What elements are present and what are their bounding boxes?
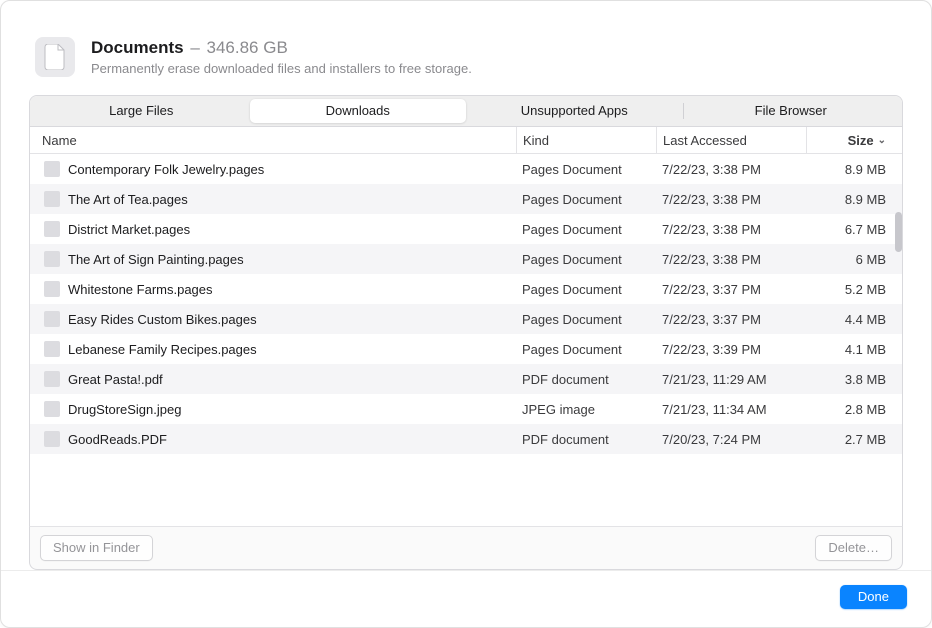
table-header: Name Kind Last Accessed Size ⌄ — [30, 127, 902, 154]
table-row[interactable]: Easy Rides Custom Bikes.pages Pages Docum… — [30, 304, 902, 334]
file-icon — [44, 221, 60, 237]
file-last-accessed: 7/22/23, 3:37 PM — [656, 274, 806, 304]
total-size: 346.86 GB — [207, 38, 288, 57]
file-kind: Pages Document — [516, 304, 656, 334]
file-name: GoodReads.PDF — [68, 432, 167, 447]
file-icon — [44, 311, 60, 327]
file-size: 4.4 MB — [806, 304, 896, 334]
file-last-accessed: 7/22/23, 3:38 PM — [656, 184, 806, 214]
tab-file-browser[interactable]: File Browser — [683, 99, 900, 123]
done-button[interactable]: Done — [840, 585, 907, 609]
column-header-size[interactable]: Size ⌄ — [806, 127, 896, 153]
file-kind: Pages Document — [516, 274, 656, 304]
page-subtitle: Permanently erase downloaded files and i… — [91, 61, 472, 76]
file-name: Great Pasta!.pdf — [68, 372, 163, 387]
file-last-accessed: 7/22/23, 3:38 PM — [656, 214, 806, 244]
file-kind: Pages Document — [516, 154, 656, 184]
table-row[interactable]: The Art of Sign Painting.pages Pages Docu… — [30, 244, 902, 274]
documents-icon — [35, 37, 75, 77]
file-icon — [44, 341, 60, 357]
file-size: 6 MB — [806, 244, 896, 274]
file-size: 2.8 MB — [806, 394, 896, 424]
column-header-size-label: Size — [848, 133, 874, 148]
file-last-accessed: 7/21/23, 11:34 AM — [656, 394, 806, 424]
file-name: Easy Rides Custom Bikes.pages — [68, 312, 257, 327]
action-bar: Show in Finder Delete… — [29, 526, 903, 570]
file-size: 5.2 MB — [806, 274, 896, 304]
tab-unsupported-apps[interactable]: Unsupported Apps — [466, 99, 683, 123]
table-row[interactable]: DrugStoreSign.jpeg JPEG image7/21/23, 11:… — [30, 394, 902, 424]
tab-bar: Large Files Downloads Unsupported Apps F… — [30, 96, 902, 127]
file-icon — [44, 191, 60, 207]
file-size: 2.7 MB — [806, 424, 896, 454]
content-frame: Large Files Downloads Unsupported Apps F… — [29, 95, 903, 526]
storage-documents-window: Documents – 346.86 GB Permanently erase … — [0, 0, 932, 628]
file-icon — [44, 431, 60, 447]
file-icon — [44, 161, 60, 177]
table-row[interactable]: The Art of Tea.pages Pages Document7/22/2… — [30, 184, 902, 214]
chevron-down-icon: ⌄ — [878, 135, 886, 146]
table-row[interactable]: Lebanese Family Recipes.pages Pages Docum… — [30, 334, 902, 364]
file-last-accessed: 7/22/23, 3:37 PM — [656, 304, 806, 334]
table-row[interactable]: Whitestone Farms.pages Pages Document7/22… — [30, 274, 902, 304]
file-kind: JPEG image — [516, 394, 656, 424]
header: Documents – 346.86 GB Permanently erase … — [1, 1, 931, 95]
file-kind: Pages Document — [516, 214, 656, 244]
file-last-accessed: 7/21/23, 11:29 AM — [656, 364, 806, 394]
file-last-accessed: 7/20/23, 7:24 PM — [656, 424, 806, 454]
file-size: 8.9 MB — [806, 154, 896, 184]
file-kind: Pages Document — [516, 184, 656, 214]
file-name: Lebanese Family Recipes.pages — [68, 342, 257, 357]
file-size: 6.7 MB — [806, 214, 896, 244]
column-header-name[interactable]: Name — [36, 133, 516, 148]
tab-downloads[interactable]: Downloads — [250, 99, 467, 123]
delete-button[interactable]: Delete… — [815, 535, 892, 561]
file-name: DrugStoreSign.jpeg — [68, 402, 181, 417]
file-icon — [44, 401, 60, 417]
column-header-last-accessed[interactable]: Last Accessed — [656, 127, 806, 153]
file-list[interactable]: Contemporary Folk Jewelry.pages Pages Doc… — [30, 154, 902, 526]
file-size: 4.1 MB — [806, 334, 896, 364]
file-size: 8.9 MB — [806, 184, 896, 214]
file-icon — [44, 371, 60, 387]
file-kind: PDF document — [516, 364, 656, 394]
file-name: Whitestone Farms.pages — [68, 282, 213, 297]
footer: Done — [1, 570, 931, 627]
title-separator: – — [190, 38, 199, 57]
scrollbar-thumb[interactable] — [895, 212, 902, 252]
file-size: 3.8 MB — [806, 364, 896, 394]
file-last-accessed: 7/22/23, 3:38 PM — [656, 154, 806, 184]
file-name: District Market.pages — [68, 222, 190, 237]
tab-large-files[interactable]: Large Files — [33, 99, 250, 123]
file-kind: Pages Document — [516, 334, 656, 364]
file-last-accessed: 7/22/23, 3:39 PM — [656, 334, 806, 364]
table-row[interactable]: Great Pasta!.pdf PDF document7/21/23, 11:… — [30, 364, 902, 394]
file-kind: Pages Document — [516, 244, 656, 274]
file-kind: PDF document — [516, 424, 656, 454]
file-name: Contemporary Folk Jewelry.pages — [68, 162, 264, 177]
page-title: Documents — [91, 38, 184, 57]
column-header-kind[interactable]: Kind — [516, 127, 656, 153]
file-name: The Art of Sign Painting.pages — [68, 252, 244, 267]
table-row[interactable]: GoodReads.PDF PDF document7/20/23, 7:24 P… — [30, 424, 902, 454]
table-row[interactable]: District Market.pages Pages Document7/22/… — [30, 214, 902, 244]
file-icon — [44, 281, 60, 297]
file-icon — [44, 251, 60, 267]
table-row[interactable]: Contemporary Folk Jewelry.pages Pages Doc… — [30, 154, 902, 184]
show-in-finder-button[interactable]: Show in Finder — [40, 535, 153, 561]
header-title-row: Documents – 346.86 GB — [91, 37, 472, 59]
file-last-accessed: 7/22/23, 3:38 PM — [656, 244, 806, 274]
file-name: The Art of Tea.pages — [68, 192, 188, 207]
